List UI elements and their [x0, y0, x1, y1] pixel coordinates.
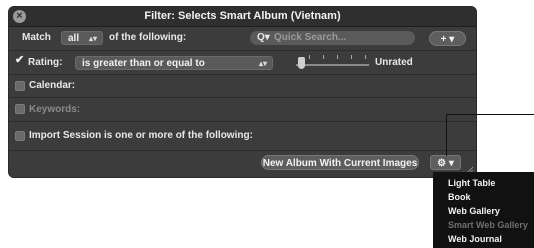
action-dropdown-menu: Light Table Book Web Gallery Smart Web G… — [433, 172, 534, 248]
import-session-row: Import Session is one or more of the fol… — [9, 122, 476, 151]
search-icon: Q▾ — [257, 32, 270, 43]
match-select[interactable]: all ▴▾ — [61, 31, 103, 45]
import-session-checkbox[interactable] — [15, 131, 25, 141]
menu-item-web-gallery[interactable]: Web Gallery — [448, 206, 500, 216]
quick-search-field[interactable]: Q▾ Quick Search... — [250, 31, 415, 45]
rating-slider-track[interactable] — [296, 64, 369, 66]
menu-item-web-journal[interactable]: Web Journal — [448, 234, 502, 244]
callout-line — [446, 114, 534, 115]
rating-checkbox[interactable]: ✔ — [15, 55, 24, 66]
menu-item-book[interactable]: Book — [448, 192, 471, 202]
slider-tick — [323, 55, 324, 59]
select-arrows-icon: ▴▾ — [258, 59, 267, 68]
rating-value-label: Unrated — [375, 57, 413, 68]
calendar-row: Calendar: — [9, 75, 476, 98]
menu-item-light-table[interactable]: Light Table — [448, 178, 495, 188]
rating-row: ✔ Rating: is greater than or equal to ▴▾… — [9, 51, 476, 75]
match-row: Match all ▴▾ of the following: Q▾ Quick … — [9, 27, 476, 51]
match-suffix: of the following: — [109, 32, 187, 43]
menu-item-smart-web-gallery: Smart Web Gallery — [448, 220, 528, 230]
filter-hud-window: × Filter: Selects Smart Album (Vietnam) … — [8, 6, 477, 178]
action-menu-button[interactable]: ⚙ ▾ — [430, 155, 461, 170]
keywords-row: Keywords: — [9, 98, 476, 122]
select-arrows-icon: ▴▾ — [88, 34, 97, 43]
title-bar[interactable]: × Filter: Selects Smart Album (Vietnam) — [9, 7, 476, 27]
calendar-label: Calendar: — [29, 80, 76, 91]
new-album-button[interactable]: New Album With Current Images — [261, 155, 419, 170]
import-session-label: Import Session is one or more of the fol… — [29, 130, 253, 141]
callout-line — [446, 114, 447, 156]
keywords-label: Keywords: — [29, 104, 81, 115]
rating-operator-select[interactable]: is greater than or equal to ▴▾ — [75, 56, 273, 70]
match-select-value: all — [68, 33, 80, 44]
rating-operator-value: is greater than or equal to — [82, 58, 205, 69]
rating-label: Rating: — [28, 57, 63, 68]
rating-slider-thumb[interactable] — [298, 57, 305, 69]
search-placeholder: Quick Search... — [274, 32, 347, 43]
calendar-checkbox[interactable] — [15, 81, 25, 91]
slider-tick — [337, 55, 338, 59]
match-label: Match — [22, 32, 51, 43]
keywords-checkbox[interactable] — [15, 104, 25, 114]
slider-tick — [365, 55, 366, 59]
window-title: Filter: Selects Smart Album (Vietnam) — [144, 10, 341, 22]
slider-tick — [309, 55, 310, 59]
slider-tick — [351, 55, 352, 59]
add-rule-button[interactable]: + ▾ — [429, 31, 466, 46]
